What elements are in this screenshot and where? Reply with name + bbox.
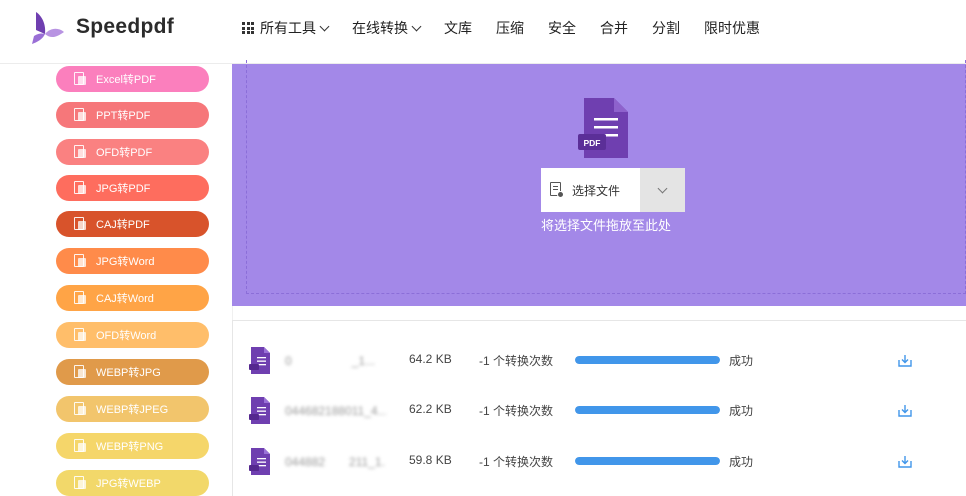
sidebar-item-label: PPT转PDF — [96, 110, 151, 122]
sidebar-item-label: WEBP转JPG — [96, 367, 161, 379]
document-icon — [73, 145, 87, 159]
nav-online-convert-label: 在线转换 — [352, 20, 408, 36]
download-icon[interactable] — [898, 354, 912, 367]
pdf-file-icon — [249, 448, 270, 475]
sidebar-item[interactable]: CAJ转PDF — [56, 211, 209, 237]
sidebar-item-label: Excel转PDF — [96, 74, 156, 86]
conversion-count: -1 个转换次数 — [479, 354, 554, 368]
choose-file-label: 选择文件 — [572, 183, 621, 198]
document-icon — [73, 476, 87, 490]
nav-compress[interactable]: 压缩 — [496, 18, 524, 38]
drop-hint-text: 将选择文件拖放至此处 — [541, 218, 672, 233]
nav-library[interactable]: 文库 — [444, 18, 472, 38]
pdf-file-icon — [249, 347, 270, 374]
chevron-down-icon — [411, 21, 422, 31]
nav-all-tools-label: 所有工具 — [260, 20, 316, 36]
upload-dropzone[interactable]: PDF 选择文件 将选择文件拖放至此处 — [232, 60, 966, 306]
chevron-down-icon — [657, 183, 668, 193]
sidebar-item-label: JPG转PDF — [96, 183, 151, 195]
pdf-file-icon — [249, 397, 270, 424]
nav-split[interactable]: 分割 — [652, 18, 680, 38]
sidebar-item-label: CAJ转Word — [96, 293, 154, 305]
file-row: 044682188011_4... 62.2 KB -1 个转换次数 成功 — [233, 397, 966, 437]
document-icon — [73, 365, 87, 379]
conversion-count: -1 个转换次数 — [479, 404, 554, 418]
sidebar-item-label: JPG转WEBP — [96, 478, 161, 490]
progress-bar — [575, 406, 720, 414]
sidebar-item-label: WEBP转JPEG — [96, 404, 169, 416]
sidebar-item[interactable]: JPG转Word — [56, 248, 209, 274]
status-text: 成功 — [729, 404, 754, 418]
nav-all-tools[interactable]: 所有工具 — [242, 18, 330, 38]
nav-online-convert[interactable]: 在线转换 — [352, 18, 422, 38]
document-icon — [73, 291, 87, 305]
sidebar-item-label: OFD转Word — [96, 330, 157, 342]
choose-file-button[interactable]: 选择文件 — [541, 168, 640, 212]
progress-bar — [575, 457, 720, 465]
file-name: 044682188011_4... — [285, 404, 386, 418]
progress-fill — [575, 406, 720, 414]
sidebar-item-label: WEBP转PNG — [96, 441, 164, 453]
sidebar-item[interactable]: JPG转WEBP — [56, 470, 209, 496]
tool-sidebar: Excel转PDF PPT转PDF OFD转PDF JPG转PDF CAJ转PDF JPG… — [0, 64, 232, 496]
speedpdf-logo-icon[interactable] — [28, 10, 68, 46]
file-icon — [550, 182, 564, 198]
sidebar-item[interactable]: PPT转PDF — [56, 102, 209, 128]
document-icon — [73, 254, 87, 268]
nav-promo[interactable]: 限时优惠 — [704, 18, 760, 38]
download-icon[interactable] — [898, 404, 912, 417]
file-name: 0 _1... — [285, 354, 376, 368]
sidebar-item[interactable]: WEBP转JPG — [56, 359, 209, 385]
sidebar-item[interactable]: JPG转PDF — [56, 175, 209, 201]
status-text: 成功 — [729, 354, 754, 368]
file-row: 0 _1... 64.2 KB -1 个转换次数 成功 — [233, 347, 966, 387]
pdf-badge: PDF — [584, 138, 601, 148]
top-header: Speedpdf 所有工具 在线转换 文库 压缩 安全 合并 分割 限时优惠 — [0, 0, 966, 64]
grid-icon — [242, 22, 254, 34]
conversion-count: -1 个转换次数 — [479, 455, 554, 469]
document-icon — [73, 217, 87, 231]
sidebar-item[interactable]: OFD转Word — [56, 322, 209, 348]
document-icon — [73, 72, 87, 86]
file-size: 59.8 KB — [409, 453, 452, 467]
main-nav: 所有工具 在线转换 文库 压缩 安全 合并 分割 限时优惠 — [242, 18, 784, 38]
sidebar-item-label: OFD转PDF — [96, 147, 153, 159]
sidebar-item[interactable]: CAJ转Word — [56, 285, 209, 311]
progress-fill — [575, 356, 720, 364]
sidebar-item[interactable]: WEBP转PNG — [56, 433, 209, 459]
sidebar-item[interactable]: WEBP转JPEG — [56, 396, 209, 422]
progress-fill — [575, 457, 720, 465]
file-size: 64.2 KB — [409, 352, 452, 366]
document-icon — [73, 402, 87, 416]
document-icon — [73, 439, 87, 453]
sidebar-item[interactable]: OFD转PDF — [56, 139, 209, 165]
choose-source-dropdown[interactable] — [640, 168, 685, 212]
file-size: 62.2 KB — [409, 402, 452, 416]
sidebar-item-label: JPG转Word — [96, 256, 155, 268]
document-icon — [73, 328, 87, 342]
document-icon — [73, 108, 87, 122]
status-text: 成功 — [729, 455, 754, 469]
nav-merge[interactable]: 合并 — [600, 18, 628, 38]
document-icon — [73, 181, 87, 195]
file-name: 044882 211_1... — [285, 455, 386, 469]
chevron-down-icon — [319, 21, 330, 31]
choose-file-group: 选择文件 — [541, 168, 685, 212]
download-icon[interactable] — [898, 455, 912, 468]
sidebar-item-label: CAJ转PDF — [96, 219, 150, 231]
brand-name[interactable]: Speedpdf — [76, 15, 174, 39]
file-row: 044882 211_1... 59.8 KB -1 个转换次数 成功 — [233, 448, 966, 488]
nav-security[interactable]: 安全 — [548, 18, 576, 38]
pdf-file-icon: PDF — [578, 98, 628, 158]
file-list: 0 _1... 64.2 KB -1 个转换次数 成功 044682188011_4..… — [232, 320, 966, 496]
progress-bar — [575, 356, 720, 364]
sidebar-item[interactable]: Excel转PDF — [56, 66, 209, 92]
